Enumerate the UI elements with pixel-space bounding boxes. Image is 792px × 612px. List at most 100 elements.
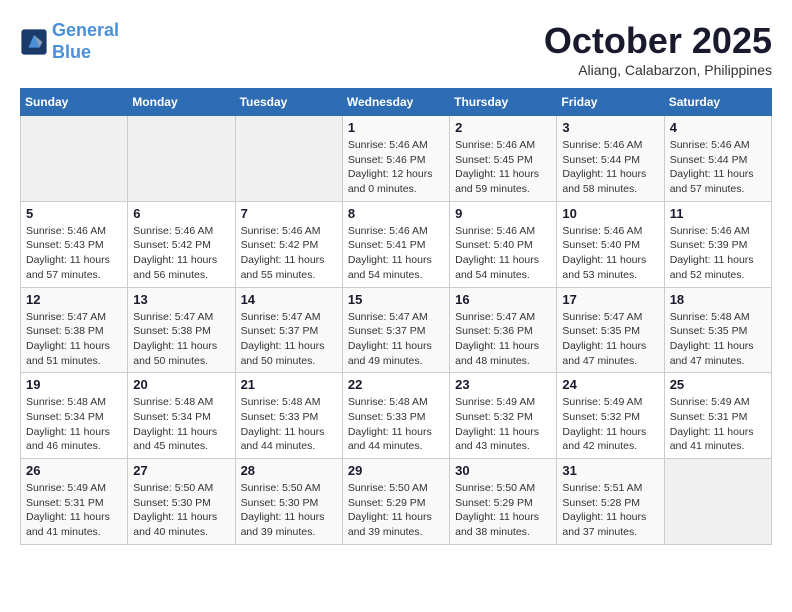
day-number: 17 [562,292,658,307]
day-info: Sunrise: 5:46 AM Sunset: 5:40 PM Dayligh… [562,224,658,283]
day-info: Sunrise: 5:46 AM Sunset: 5:44 PM Dayligh… [562,138,658,197]
day-info: Sunrise: 5:46 AM Sunset: 5:45 PM Dayligh… [455,138,551,197]
calendar-cell [128,116,235,202]
calendar-cell: 8Sunrise: 5:46 AM Sunset: 5:41 PM Daylig… [342,201,449,287]
day-info: Sunrise: 5:47 AM Sunset: 5:37 PM Dayligh… [241,310,337,369]
day-info: Sunrise: 5:48 AM Sunset: 5:35 PM Dayligh… [670,310,766,369]
weekday-header: Friday [557,89,664,116]
day-info: Sunrise: 5:50 AM Sunset: 5:29 PM Dayligh… [455,481,551,540]
calendar-cell: 2 Sunrise: 5:46 AM Sunset: 5:45 PM Daylig… [450,116,557,202]
calendar-cell: 29 Sunrise: 5:50 AM Sunset: 5:29 PM Dayli… [342,459,449,545]
day-number: 16 [455,292,551,307]
weekday-header: Saturday [664,89,771,116]
day-info: Sunrise: 5:47 AM Sunset: 5:37 PM Dayligh… [348,310,444,369]
page-header: General Blue October 2025 Aliang, Calaba… [20,20,772,78]
weekday-header: Tuesday [235,89,342,116]
calendar-cell: 6Sunrise: 5:46 AM Sunset: 5:42 PM Daylig… [128,201,235,287]
calendar-week-row: 5 Sunrise: 5:46 AM Sunset: 5:43 PM Daylig… [21,201,772,287]
calendar-cell: 10 Sunrise: 5:46 AM Sunset: 5:40 PM Dayli… [557,201,664,287]
day-number: 18 [670,292,766,307]
day-info: Sunrise: 5:49 AM Sunset: 5:32 PM Dayligh… [455,395,551,454]
calendar-cell: 20Sunrise: 5:48 AM Sunset: 5:34 PM Dayli… [128,373,235,459]
calendar-cell [21,116,128,202]
weekday-header: Wednesday [342,89,449,116]
day-number: 26 [26,463,122,478]
day-number: 9 [455,206,551,221]
day-info: Sunrise: 5:46 AM Sunset: 5:40 PM Dayligh… [455,224,551,283]
day-info: Sunrise: 5:50 AM Sunset: 5:30 PM Dayligh… [241,481,337,540]
day-info: Sunrise: 5:48 AM Sunset: 5:33 PM Dayligh… [348,395,444,454]
calendar-cell: 19 Sunrise: 5:48 AM Sunset: 5:34 PM Dayli… [21,373,128,459]
day-number: 22 [348,377,444,392]
day-number: 29 [348,463,444,478]
day-number: 27 [133,463,229,478]
day-number: 23 [455,377,551,392]
day-info: Sunrise: 5:48 AM Sunset: 5:34 PM Dayligh… [26,395,122,454]
calendar-cell [235,116,342,202]
day-number: 1 [348,120,444,135]
calendar-cell: 18 Sunrise: 5:48 AM Sunset: 5:35 PM Dayli… [664,287,771,373]
weekday-header-row: SundayMondayTuesdayWednesdayThursdayFrid… [21,89,772,116]
day-info: Sunrise: 5:50 AM Sunset: 5:30 PM Dayligh… [133,481,229,540]
calendar-cell: 12 Sunrise: 5:47 AM Sunset: 5:38 PM Dayli… [21,287,128,373]
day-info: Sunrise: 5:51 AM Sunset: 5:28 PM Dayligh… [562,481,658,540]
logo-text: General Blue [52,20,119,63]
day-number: 2 [455,120,551,135]
day-number: 14 [241,292,337,307]
day-info: Sunrise: 5:46 AM Sunset: 5:41 PM Dayligh… [348,224,444,283]
calendar-cell: 31Sunrise: 5:51 AM Sunset: 5:28 PM Dayli… [557,459,664,545]
calendar-cell: 24Sunrise: 5:49 AM Sunset: 5:32 PM Dayli… [557,373,664,459]
day-info: Sunrise: 5:50 AM Sunset: 5:29 PM Dayligh… [348,481,444,540]
day-number: 6 [133,206,229,221]
day-info: Sunrise: 5:46 AM Sunset: 5:44 PM Dayligh… [670,138,766,197]
logo-line1: General [52,20,119,40]
day-number: 30 [455,463,551,478]
calendar-cell: 22 Sunrise: 5:48 AM Sunset: 5:33 PM Dayli… [342,373,449,459]
calendar-cell: 23 Sunrise: 5:49 AM Sunset: 5:32 PM Dayli… [450,373,557,459]
calendar-cell: 14 Sunrise: 5:47 AM Sunset: 5:37 PM Dayli… [235,287,342,373]
title-block: October 2025 Aliang, Calabarzon, Philipp… [544,20,772,78]
calendar-cell: 13 Sunrise: 5:47 AM Sunset: 5:38 PM Dayli… [128,287,235,373]
day-info: Sunrise: 5:46 AM Sunset: 5:42 PM Dayligh… [241,224,337,283]
day-info: Sunrise: 5:47 AM Sunset: 5:35 PM Dayligh… [562,310,658,369]
day-info: Sunrise: 5:49 AM Sunset: 5:31 PM Dayligh… [670,395,766,454]
day-info: Sunrise: 5:48 AM Sunset: 5:34 PM Dayligh… [133,395,229,454]
day-number: 3 [562,120,658,135]
calendar-cell: 4 Sunrise: 5:46 AM Sunset: 5:44 PM Daylig… [664,116,771,202]
calendar-cell: 16 Sunrise: 5:47 AM Sunset: 5:36 PM Dayli… [450,287,557,373]
day-number: 25 [670,377,766,392]
calendar-week-row: 12 Sunrise: 5:47 AM Sunset: 5:38 PM Dayli… [21,287,772,373]
weekday-header: Monday [128,89,235,116]
calendar-week-row: 26Sunrise: 5:49 AM Sunset: 5:31 PM Dayli… [21,459,772,545]
day-number: 10 [562,206,658,221]
weekday-header: Sunday [21,89,128,116]
logo-icon [20,28,48,56]
calendar-week-row: 1 Sunrise: 5:46 AM Sunset: 5:46 PM Daylig… [21,116,772,202]
calendar-cell: 28Sunrise: 5:50 AM Sunset: 5:30 PM Dayli… [235,459,342,545]
calendar-cell: 7Sunrise: 5:46 AM Sunset: 5:42 PM Daylig… [235,201,342,287]
day-number: 13 [133,292,229,307]
day-number: 5 [26,206,122,221]
day-info: Sunrise: 5:46 AM Sunset: 5:46 PM Dayligh… [348,138,444,197]
day-number: 12 [26,292,122,307]
calendar-cell: 27 Sunrise: 5:50 AM Sunset: 5:30 PM Dayli… [128,459,235,545]
month-title: October 2025 [544,20,772,62]
day-number: 21 [241,377,337,392]
day-number: 24 [562,377,658,392]
day-info: Sunrise: 5:47 AM Sunset: 5:38 PM Dayligh… [133,310,229,369]
day-number: 4 [670,120,766,135]
location-subtitle: Aliang, Calabarzon, Philippines [544,62,772,78]
calendar-cell [664,459,771,545]
day-info: Sunrise: 5:47 AM Sunset: 5:36 PM Dayligh… [455,310,551,369]
day-number: 19 [26,377,122,392]
day-info: Sunrise: 5:47 AM Sunset: 5:38 PM Dayligh… [26,310,122,369]
calendar-cell: 3 Sunrise: 5:46 AM Sunset: 5:44 PM Daylig… [557,116,664,202]
day-number: 11 [670,206,766,221]
day-info: Sunrise: 5:46 AM Sunset: 5:43 PM Dayligh… [26,224,122,283]
calendar-cell: 11 Sunrise: 5:46 AM Sunset: 5:39 PM Dayli… [664,201,771,287]
weekday-header: Thursday [450,89,557,116]
calendar-cell: 9 Sunrise: 5:46 AM Sunset: 5:40 PM Daylig… [450,201,557,287]
day-info: Sunrise: 5:48 AM Sunset: 5:33 PM Dayligh… [241,395,337,454]
day-number: 15 [348,292,444,307]
day-info: Sunrise: 5:46 AM Sunset: 5:39 PM Dayligh… [670,224,766,283]
